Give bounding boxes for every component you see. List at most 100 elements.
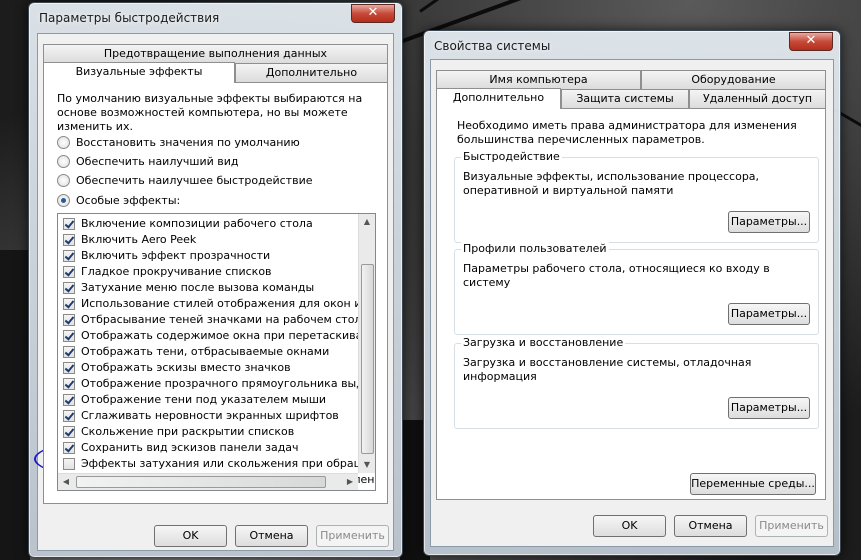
- perf-close-button[interactable]: ✕: [351, 4, 395, 23]
- radio-best-performance[interactable]: [57, 174, 70, 187]
- performance-group-title: Быстродействие: [461, 150, 562, 163]
- scroll-right-arrow-icon[interactable]: ▶: [342, 474, 358, 490]
- effect-checkbox[interactable]: [63, 314, 75, 326]
- effect-list-item[interactable]: Затухание меню после вызова команды: [61, 280, 361, 296]
- sys-apply-button[interactable]: Применить: [755, 515, 828, 537]
- effect-checkbox[interactable]: [63, 346, 75, 358]
- sys-window-title: Свойства системы: [434, 39, 551, 53]
- effect-checkbox[interactable]: [63, 330, 75, 342]
- startup-recovery-group-title: Загрузка и восстановление: [461, 336, 626, 349]
- effects-listbox[interactable]: Включение композиции рабочего стола Включ…: [57, 213, 376, 491]
- effect-label: Эффекты затухания или скольжения при обр…: [81, 457, 375, 470]
- effect-label: Сглаживать неровности экранных шрифтов: [81, 409, 339, 422]
- radio-best-performance-label[interactable]: Обеспечить наилучшее быстродействие: [76, 174, 312, 188]
- effect-list-item[interactable]: Использование стилей отображения для око…: [61, 296, 375, 312]
- radio-best-appearance-label[interactable]: Обеспечить наилучший вид: [76, 155, 238, 169]
- effect-label: Отображать тени, отбрасываемые окнами: [81, 345, 330, 358]
- effect-list-item[interactable]: Сохранить вид эскизов панели задач: [61, 440, 361, 456]
- effect-label: Сохранить вид эскизов панели задач: [81, 441, 299, 454]
- perf-apply-button[interactable]: Применить: [316, 525, 389, 547]
- tab-computer-name[interactable]: Имя компьютера: [436, 70, 641, 89]
- effect-label: Отображать эскизы вместо значков: [81, 361, 291, 374]
- sys-ok-button[interactable]: OK: [593, 515, 666, 537]
- effect-list-item[interactable]: Отображать тени, отбрасываемые окнами: [61, 344, 361, 360]
- effect-list-item[interactable]: Включить Aero Peek: [61, 232, 361, 248]
- effect-checkbox[interactable]: [63, 250, 75, 262]
- effect-label: Скольжение при раскрытии списков: [81, 425, 295, 438]
- system-properties-window: Свойства системы ✕ Имя компьютера Оборуд…: [423, 30, 841, 556]
- effect-checkbox[interactable]: [63, 410, 75, 422]
- effect-checkbox[interactable]: [63, 394, 75, 406]
- performance-group-text: Визуальные эффекты, использование процес…: [463, 170, 760, 197]
- performance-options-window: Параметры быстродействия ✕ Предотвращени…: [28, 2, 403, 558]
- effect-list-item[interactable]: Отображение прозрачного прямоугольника в…: [61, 376, 375, 392]
- perf-titlebar[interactable]: Параметры быстродействия ✕: [29, 3, 402, 33]
- user-profiles-group: Профили пользователей Параметры рабочего…: [454, 242, 819, 335]
- vertical-scroll-thumb[interactable]: [361, 264, 374, 454]
- tab-advanced[interactable]: Дополнительно: [235, 63, 388, 82]
- perf-cancel-button[interactable]: Отмена: [235, 525, 308, 547]
- tab-visual-effects[interactable]: Визуальные эффекты: [43, 62, 235, 83]
- performance-group: Быстродействие Визуальные эффекты, испол…: [454, 150, 819, 243]
- user-profiles-group-text: Параметры рабочего стола, относящиеся ко…: [463, 262, 770, 289]
- effect-label: Отображение тени под указателем мыши: [81, 393, 327, 406]
- user-profiles-settings-button[interactable]: Параметры...: [728, 303, 810, 325]
- tab-remote-access[interactable]: Удаленный доступ: [689, 89, 826, 108]
- radio-restore-defaults-label[interactable]: Восстановить значения по умолчанию: [76, 136, 300, 150]
- visual-effects-panel: По умолчанию визуальные эффекты выбирают…: [43, 82, 388, 504]
- sys-close-button[interactable]: ✕: [789, 32, 833, 51]
- effect-checkbox[interactable]: [63, 378, 75, 390]
- perf-ok-button[interactable]: OK: [154, 525, 227, 547]
- startup-recovery-settings-button[interactable]: Параметры...: [728, 397, 810, 419]
- effect-checkbox[interactable]: [63, 426, 75, 438]
- effect-checkbox[interactable]: [63, 362, 75, 374]
- admin-note: Необходимо иметь права администратора дл…: [457, 119, 797, 146]
- scroll-up-arrow-icon[interactable]: ▲: [359, 214, 375, 230]
- effect-label: Использование стилей отображения для око…: [81, 297, 376, 310]
- effect-list-item[interactable]: Включение композиции рабочего стола: [61, 216, 361, 232]
- effect-list-item[interactable]: Отображать содержимое окна при перетаски…: [61, 328, 375, 344]
- environment-variables-button[interactable]: Переменные среды...: [690, 473, 816, 495]
- effect-checkbox[interactable]: [63, 218, 75, 230]
- radio-best-appearance[interactable]: [57, 155, 70, 168]
- effect-list-item[interactable]: Скольжение при раскрытии списков: [61, 424, 361, 440]
- effect-checkbox[interactable]: [63, 266, 75, 278]
- effect-list-item[interactable]: Гладкое прокручивание списков: [61, 264, 361, 280]
- tab-system-protection[interactable]: Защита системы: [561, 89, 689, 108]
- tab-hardware[interactable]: Оборудование: [641, 70, 826, 89]
- tree-trunk: [0, 250, 30, 560]
- horizontal-scroll-thumb[interactable]: [76, 476, 326, 488]
- tab-dep[interactable]: Предотвращение выполнения данных: [43, 44, 388, 63]
- effect-label: Затухание меню после вызова команды: [81, 281, 315, 294]
- effect-checkbox[interactable]: [63, 442, 75, 454]
- effect-label: Отображать содержимое окна при перетаски…: [81, 329, 376, 342]
- radio-custom[interactable]: [57, 194, 70, 207]
- effect-list-item[interactable]: Включить эффект прозрачности: [61, 248, 361, 264]
- effect-list-item[interactable]: Отбрасывание теней значками на рабочем с…: [61, 312, 368, 328]
- effect-checkbox[interactable]: [63, 298, 75, 310]
- user-profiles-group-title: Профили пользователей: [461, 242, 609, 255]
- perf-client-area: Предотвращение выполнения данных Визуаль…: [37, 33, 394, 551]
- scroll-down-arrow-icon[interactable]: ▼: [359, 457, 375, 473]
- effect-label: Включить Aero Peek: [81, 233, 197, 246]
- sys-cancel-button[interactable]: Отмена: [674, 515, 747, 537]
- sys-client-area: Имя компьютера Оборудование Дополнительн…: [430, 59, 834, 547]
- effect-checkbox[interactable]: [63, 458, 75, 470]
- performance-settings-button[interactable]: Параметры...: [728, 211, 810, 233]
- effect-label: Включить эффект прозрачности: [81, 249, 271, 262]
- effects-horizontal-scrollbar[interactable]: ◀ ▶: [58, 473, 358, 490]
- effect-checkbox[interactable]: [63, 234, 75, 246]
- effect-list-item[interactable]: Эффекты затухания или скольжения при обр…: [61, 456, 375, 472]
- effect-checkbox[interactable]: [63, 282, 75, 294]
- effect-list-item[interactable]: Отображать эскизы вместо значков: [61, 360, 361, 376]
- sys-advanced-panel: Необходимо иметь права администратора дл…: [436, 108, 826, 500]
- effect-list-item[interactable]: Сглаживать неровности экранных шрифтов: [61, 408, 361, 424]
- effect-list-item[interactable]: Отображение тени под указателем мыши: [61, 392, 361, 408]
- tab-sys-advanced[interactable]: Дополнительно: [436, 88, 561, 109]
- radio-restore-defaults[interactable]: [57, 136, 70, 149]
- radio-custom-label[interactable]: Особые эффекты:: [76, 194, 180, 208]
- sys-titlebar[interactable]: Свойства системы ✕: [424, 31, 840, 61]
- effects-vertical-scrollbar[interactable]: ▲ ▼: [358, 214, 375, 473]
- scroll-left-arrow-icon[interactable]: ◀: [58, 474, 74, 490]
- startup-recovery-group-text: Загрузка и восстановление системы, отлад…: [463, 356, 752, 383]
